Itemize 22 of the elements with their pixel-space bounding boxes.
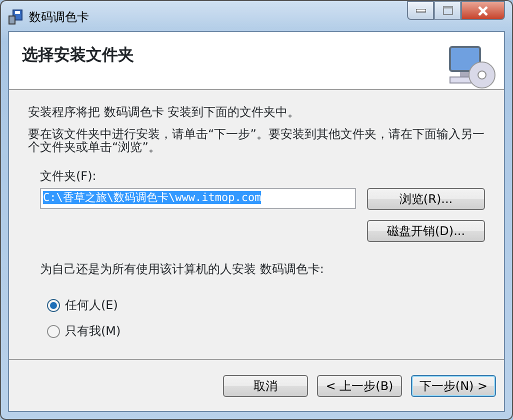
instruction-text: 要在该文件夹中进行安装，请单击“下一步”。要安装到其他文件夹，请在下面输入另一个文件夹或单击“浏览”。 [28,128,485,154]
intro-text: 安装程序将把 数码调色卡 安装到下面的文件夹中。 [28,106,301,119]
minimize-button[interactable] [407,1,434,20]
maximize-button[interactable] [434,1,461,20]
close-button[interactable] [461,1,505,20]
disk-cost-button[interactable]: 磁盘开销(D)... [367,220,485,242]
next-button[interactable]: 下一步(N) > [411,374,496,396]
close-icon [477,6,489,16]
back-button[interactable]: < 上一步(B) [317,374,402,396]
maximize-icon [442,6,452,15]
page-title: 选择安装文件夹 [22,45,134,64]
window-title: 数码调色卡 [29,9,89,26]
browse-button[interactable]: 浏览(R)... [367,188,485,210]
installer-icon [8,9,24,25]
radio-label[interactable]: 只有我(M) [65,322,121,340]
radio-button[interactable] [47,298,60,312]
radio-button[interactable] [47,324,60,338]
folder-label: 文件夹(F): [40,168,98,185]
radio-label[interactable]: 任何人(E) [65,296,118,314]
minimize-icon [416,8,426,12]
cancel-button[interactable]: 取消 [223,374,308,396]
install-for-question: 为自己还是为所有使用该计算机的人安装 数码调色卡: [40,261,325,278]
